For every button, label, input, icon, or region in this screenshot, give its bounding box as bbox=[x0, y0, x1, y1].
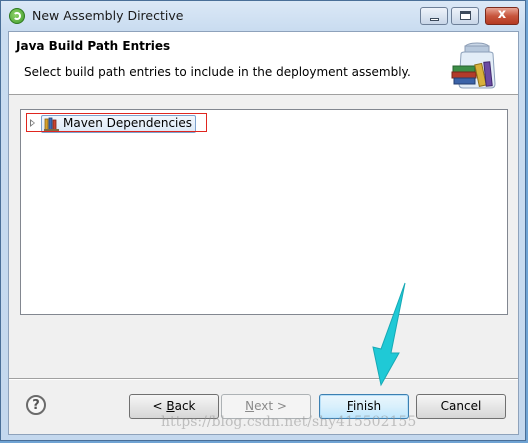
next-rest: ext > bbox=[254, 399, 287, 413]
back-mnemonic: B bbox=[166, 399, 175, 413]
back-prefix: < bbox=[152, 399, 167, 413]
dialog-client-area: Java Build Path Entries Select build pat… bbox=[8, 31, 519, 435]
footer-separator bbox=[9, 378, 518, 380]
build-path-tree[interactable]: Maven Dependencies bbox=[20, 109, 508, 315]
highlight-annotation-box bbox=[26, 113, 207, 132]
close-button[interactable]: x bbox=[485, 7, 519, 25]
close-icon: x bbox=[497, 7, 507, 22]
jar-library-icon bbox=[451, 42, 496, 89]
help-button[interactable]: ? bbox=[26, 395, 46, 415]
cancel-button[interactable]: Cancel bbox=[416, 394, 506, 419]
spring-app-icon bbox=[9, 8, 25, 24]
back-rest: ack bbox=[174, 399, 196, 413]
minimize-button[interactable] bbox=[420, 7, 448, 25]
window-title: New Assembly Directive bbox=[32, 8, 184, 23]
wizard-header: Java Build Path Entries Select build pat… bbox=[9, 32, 518, 95]
minimize-icon bbox=[430, 18, 439, 21]
page-description: Select build path entries to include in … bbox=[24, 65, 411, 79]
dialog-window: New Assembly Directive x Java Build Path… bbox=[0, 0, 526, 441]
page-title: Java Build Path Entries bbox=[16, 39, 171, 53]
next-mnemonic: N bbox=[245, 399, 255, 413]
maximize-icon bbox=[460, 11, 471, 20]
watermark-text: https://blog.csdn.net/shy415502155 bbox=[161, 414, 417, 430]
maximize-button[interactable] bbox=[451, 7, 479, 25]
finish-rest: inish bbox=[352, 399, 382, 413]
annotation-arrow-icon bbox=[372, 282, 406, 387]
title-bar[interactable]: New Assembly Directive x bbox=[1, 1, 525, 31]
